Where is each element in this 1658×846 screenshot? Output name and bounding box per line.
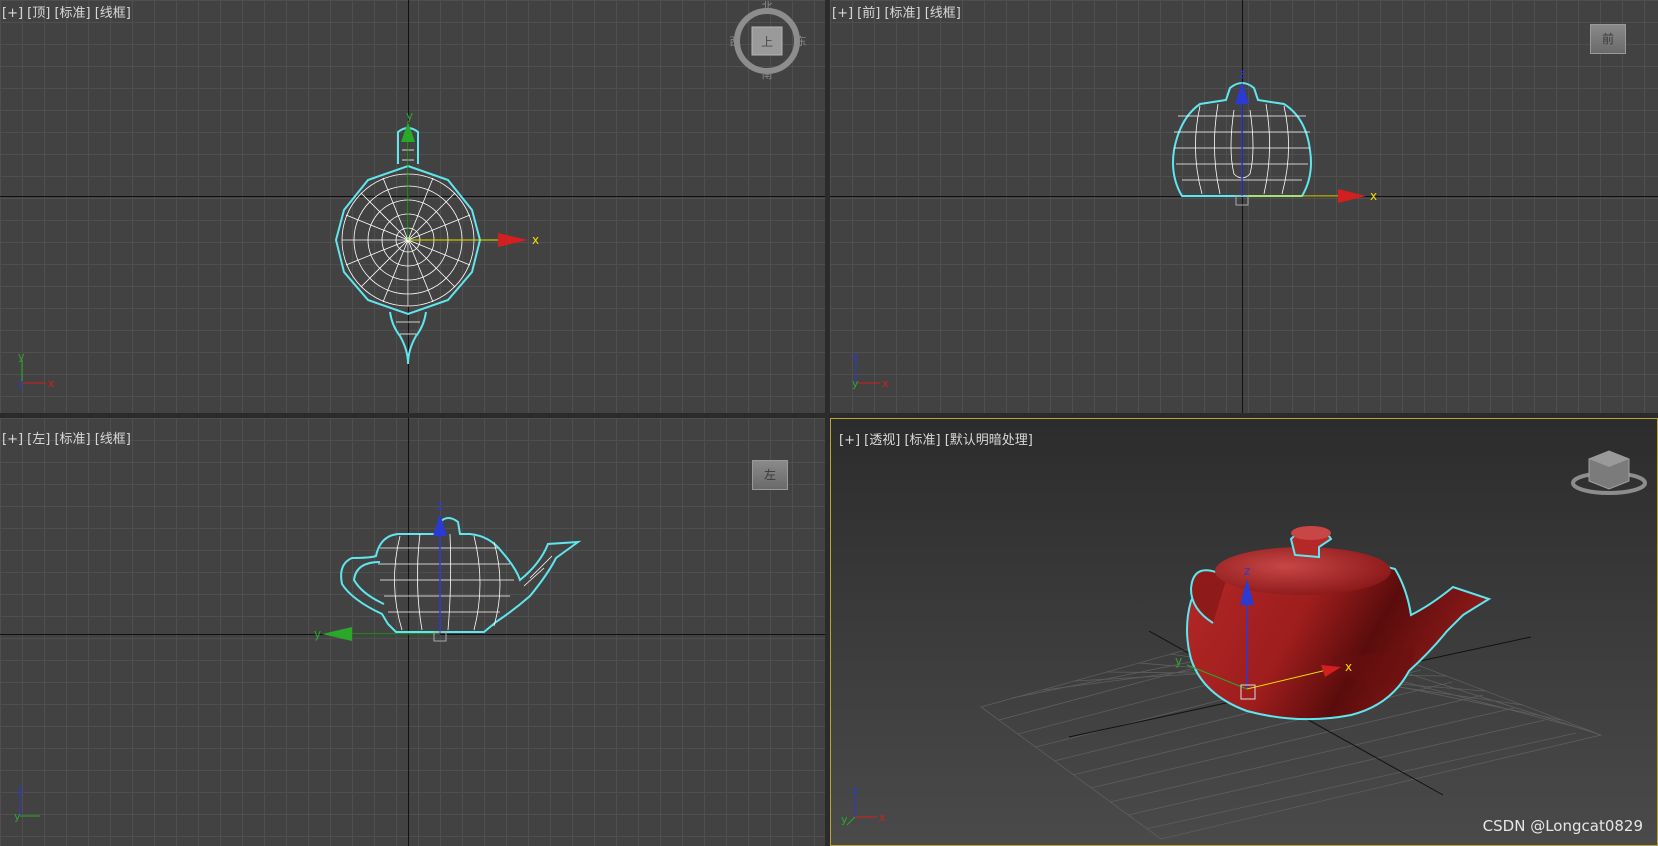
svg-text:z: z: [18, 783, 24, 796]
svg-text:z: z: [852, 784, 858, 797]
svg-text:x: x: [879, 811, 886, 824]
axis-tripod-perspective: x z y: [841, 784, 886, 826]
svg-text:z: z: [852, 350, 858, 363]
svg-text:z: z: [18, 377, 24, 390]
viewport-left[interactable]: [+] [左] [标准] [线框] 左 y z z y: [0, 418, 825, 846]
svg-text:x: x: [882, 377, 889, 390]
viewport-top[interactable]: [+] [顶] [标准] [线框] 上 北 南 东 西 x y x y z: [0, 0, 825, 413]
viewport-perspective[interactable]: [+] [透视] [标准] [默认明暗处理] z x y x z y CSDN …: [830, 418, 1658, 846]
svg-text:y: y: [852, 377, 859, 390]
svg-text:y: y: [18, 350, 25, 363]
axis-tripod-left: z y: [14, 783, 40, 823]
viewport-front[interactable]: [+] [前] [标准] [线框] 前 x z x z y: [830, 0, 1658, 413]
axis-tripod-top: x y z: [18, 350, 55, 390]
svg-text:x: x: [48, 377, 55, 390]
watermark: CSDN @Longcat0829: [1482, 817, 1643, 835]
axis-tripod-front: x z y: [852, 350, 889, 390]
svg-text:y: y: [14, 810, 21, 823]
svg-text:y: y: [841, 813, 848, 826]
